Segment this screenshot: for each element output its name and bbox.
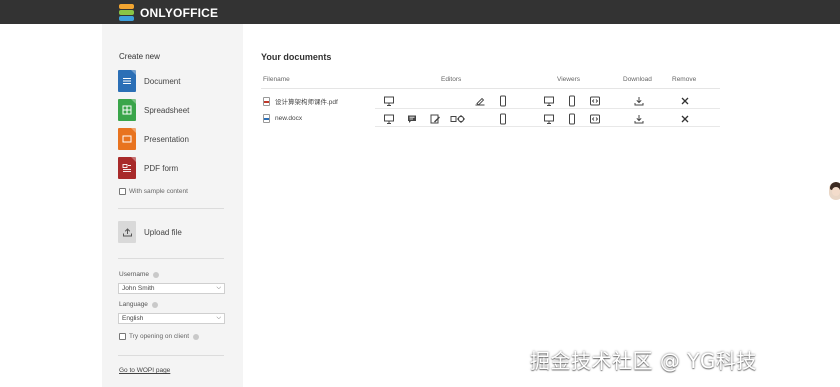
sample-content-row: With sample content — [119, 188, 188, 195]
top-bar: ONLYOFFICE — [0, 0, 840, 24]
remove-icon[interactable] — [679, 113, 691, 125]
column-header-viewers: Viewers — [557, 76, 581, 83]
language-label-row: Language — [119, 301, 158, 308]
username-select[interactable]: John Smith ⌵ — [118, 283, 225, 294]
remove-icon[interactable] — [679, 95, 691, 107]
desktop-edit-icon[interactable] — [383, 113, 395, 125]
pdf-file-icon — [263, 96, 270, 106]
column-header-remove: Remove — [672, 76, 697, 83]
docx-file-icon — [263, 114, 270, 123]
file-name: 设计算架构师课件.pdf — [275, 99, 338, 106]
create-document-button[interactable]: Document — [118, 70, 180, 92]
info-icon[interactable] — [152, 271, 159, 278]
table-header-divider — [261, 88, 720, 89]
create-spreadsheet-label: Spreadsheet — [144, 105, 190, 115]
username-label: Username — [119, 271, 149, 278]
create-pdf-form-label: PDF form — [144, 163, 179, 173]
desktop-edit-icon[interactable] — [383, 95, 395, 107]
upload-icon — [118, 221, 136, 243]
assistant-avatar[interactable] — [829, 182, 840, 200]
mobile-view-icon[interactable] — [566, 113, 578, 125]
desktop-view-icon[interactable] — [543, 95, 555, 107]
sidebar: Create new Document Spreadsheet Presenta… — [102, 24, 243, 387]
sample-content-checkbox[interactable] — [119, 188, 126, 195]
download-icon[interactable] — [633, 113, 645, 125]
document-icon — [118, 70, 136, 92]
mobile-edit-icon[interactable] — [497, 95, 509, 107]
your-documents-title: Your documents — [261, 52, 332, 62]
create-presentation-button[interactable]: Presentation — [118, 128, 189, 150]
column-header-editors: Editors — [441, 76, 462, 83]
customize-edit-icon[interactable] — [450, 113, 466, 125]
wopi-page-link[interactable]: Go to WOPI page — [119, 367, 170, 374]
sample-content-label: With sample content — [129, 188, 188, 195]
chevron-down-icon: ⌵ — [216, 285, 221, 291]
embedded-view-icon[interactable] — [589, 113, 601, 125]
review-icon[interactable] — [429, 113, 441, 125]
info-icon[interactable] — [193, 333, 200, 340]
info-icon[interactable] — [151, 301, 158, 308]
column-header-download: Download — [623, 76, 652, 83]
file-name-cell[interactable]: 设计算架构师课件.pdf — [263, 96, 338, 106]
create-document-label: Document — [144, 76, 181, 86]
sidebar-divider — [118, 208, 224, 209]
logo-layers-icon — [118, 4, 135, 21]
embedded-view-icon[interactable] — [589, 95, 601, 107]
chevron-down-icon: ⌵ — [216, 315, 221, 321]
try-client-checkbox[interactable] — [119, 333, 126, 340]
username-value: John Smith — [122, 285, 155, 292]
mobile-view-icon[interactable] — [566, 95, 578, 107]
create-spreadsheet-button[interactable]: Spreadsheet — [118, 99, 189, 121]
spreadsheet-icon — [118, 99, 136, 121]
sidebar-divider — [118, 355, 224, 356]
username-label-row: Username — [119, 271, 159, 278]
try-client-label: Try opening on client — [129, 333, 190, 340]
avatar-face — [832, 187, 840, 196]
try-client-row: Try opening on client — [119, 333, 200, 340]
upload-file-label: Upload file — [144, 227, 182, 237]
row-divider — [375, 108, 720, 109]
sidebar-divider — [118, 258, 224, 259]
row-divider — [375, 126, 720, 127]
language-select[interactable]: English ⌵ — [118, 313, 225, 324]
create-new-title: Create new — [119, 52, 160, 61]
table-row: 设计算架构师课件.pdf — [261, 92, 720, 109]
file-name: new.docx — [275, 115, 303, 122]
comment-icon[interactable] — [406, 113, 418, 125]
table-row: new.docx — [261, 110, 720, 127]
create-pdf-form-button[interactable]: PDF form — [118, 157, 178, 179]
language-value: English — [122, 315, 144, 322]
watermark-text: 掘金技术社区 @ YG科技 — [530, 349, 757, 373]
upload-file-button[interactable]: Upload file — [118, 221, 182, 243]
create-presentation-label: Presentation — [144, 134, 189, 144]
pdf-form-icon — [118, 157, 136, 179]
brand-name: ONLYOFFICE — [140, 5, 219, 20]
fill-form-icon[interactable] — [474, 95, 486, 107]
language-label: Language — [119, 301, 148, 308]
column-header-filename: Filename — [263, 76, 290, 83]
onlyoffice-logo[interactable]: ONLYOFFICE — [118, 4, 218, 21]
presentation-icon — [118, 128, 136, 150]
desktop-view-icon[interactable] — [543, 113, 555, 125]
file-name-cell[interactable]: new.docx — [263, 114, 302, 123]
download-icon[interactable] — [633, 95, 645, 107]
mobile-edit-icon[interactable] — [497, 113, 509, 125]
